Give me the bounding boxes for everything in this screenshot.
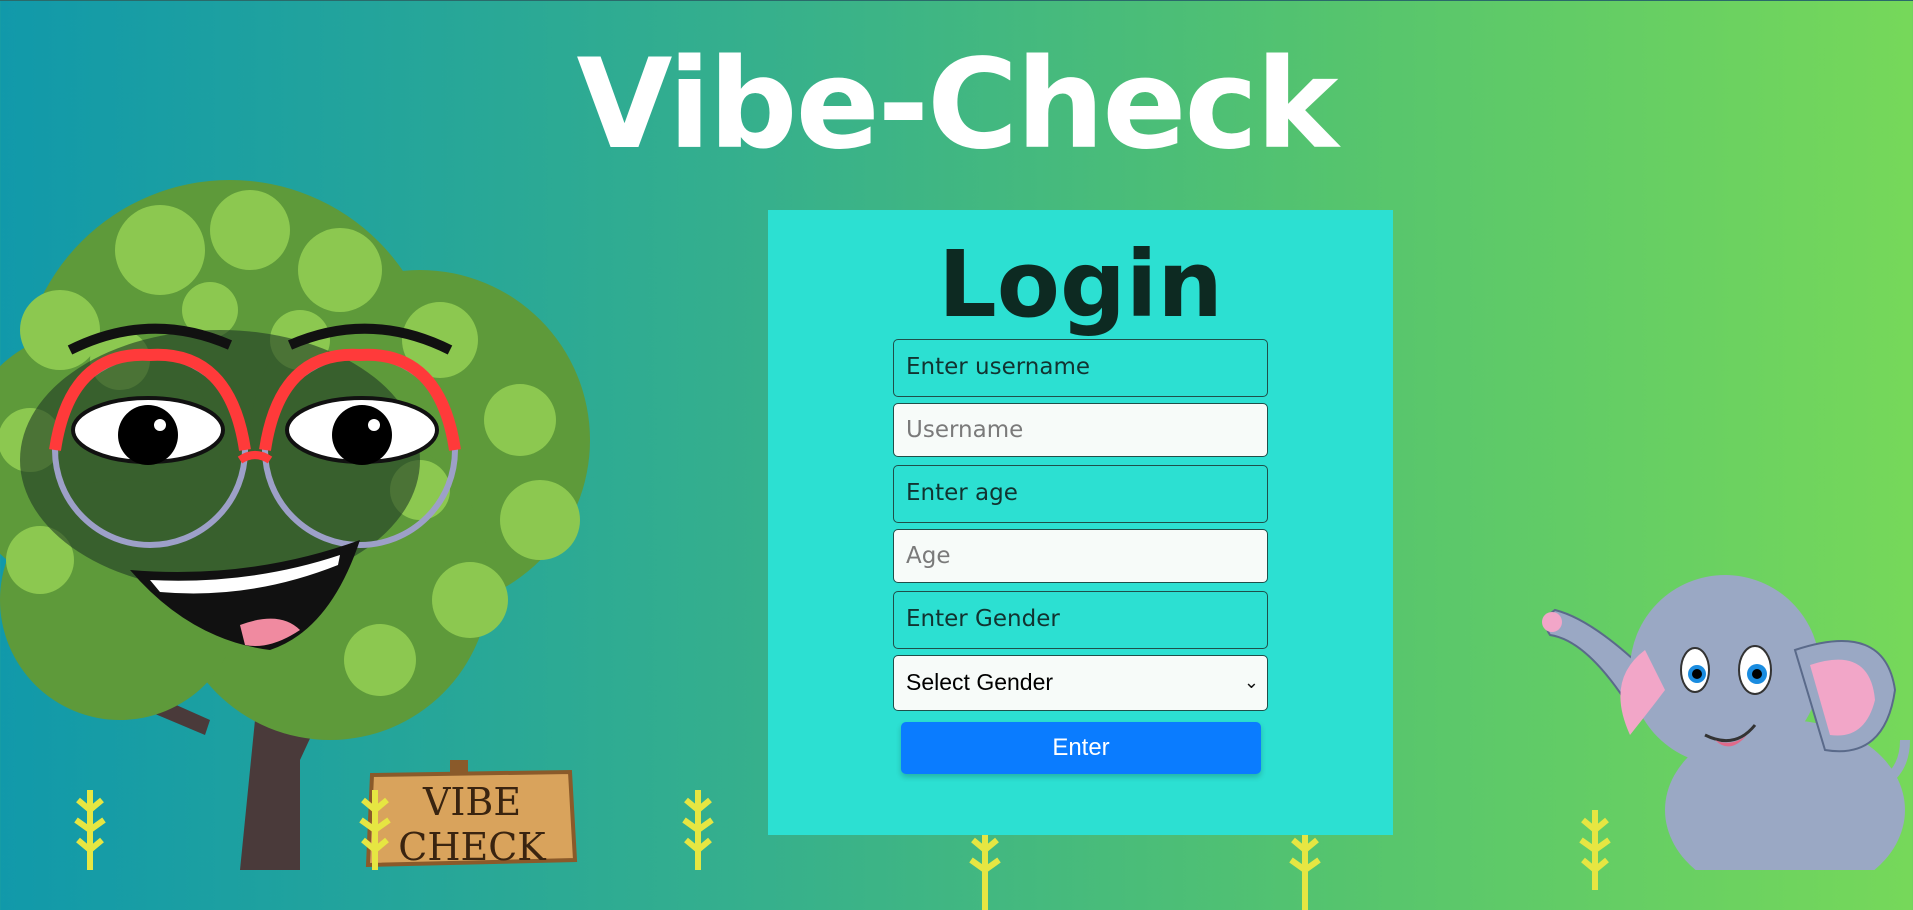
grass-icon [74, 790, 106, 870]
app-title: Vibe-Check [576, 33, 1339, 177]
tree-mascot-illustration: VIBE CHECK [0, 180, 590, 870]
elephant-illustration [1542, 575, 1910, 870]
grass-icon [1289, 830, 1321, 910]
top-border [0, 0, 1913, 1]
gender-select[interactable]: Select Gender ⌄ [893, 655, 1268, 711]
gender-select-value: Select Gender [906, 669, 1054, 695]
login-heading: Login [938, 231, 1223, 338]
enter-button[interactable]: Enter [901, 722, 1261, 774]
gender-label: Enter Gender [893, 591, 1268, 649]
username-input[interactable] [893, 403, 1268, 457]
grass-icon [682, 790, 714, 870]
login-card: Login Enter username Enter age Enter Gen… [768, 210, 1393, 835]
username-label: Enter username [893, 339, 1268, 397]
grass-icon [969, 830, 1001, 910]
age-label: Enter age [893, 465, 1268, 523]
sign-text-line1: VIBE [422, 780, 521, 824]
chevron-down-icon: ⌄ [1243, 672, 1259, 692]
sign-text-line2: CHECK [398, 825, 546, 869]
grass-icon [359, 790, 391, 870]
age-input[interactable] [893, 529, 1268, 583]
